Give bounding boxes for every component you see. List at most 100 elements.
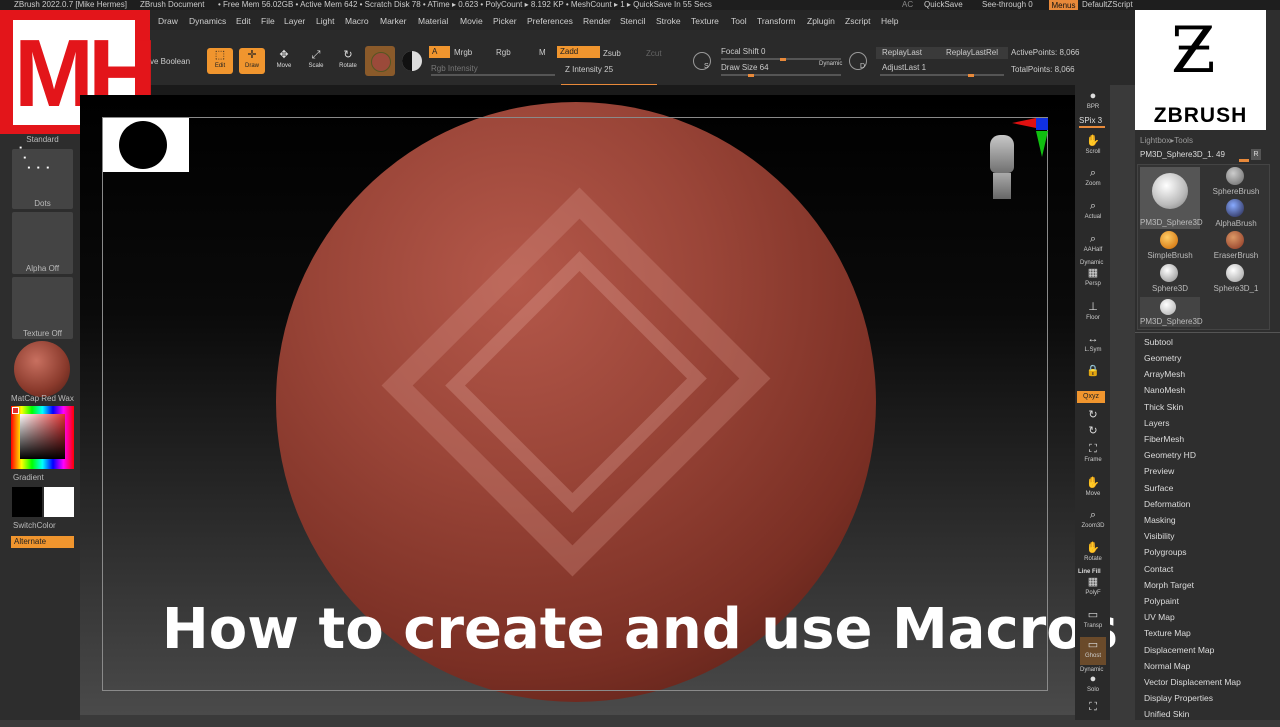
material-button[interactable] bbox=[12, 341, 73, 399]
subpalette-normal-map[interactable]: Normal Map bbox=[1144, 661, 1190, 671]
menu-material[interactable]: Material bbox=[418, 16, 448, 26]
reset-r-button[interactable]: R bbox=[1251, 149, 1261, 160]
zoom3d-button[interactable]: ⌕ Zoom3D bbox=[1080, 507, 1106, 535]
xpose-button[interactable]: ⛶ bbox=[1080, 699, 1106, 727]
bpr-button[interactable]: ● BPR bbox=[1080, 88, 1106, 116]
ghost-button[interactable]: ▭ Ghost bbox=[1080, 637, 1106, 665]
aahalf-button[interactable]: ⌕ AAHalf bbox=[1080, 231, 1106, 259]
subpalette-preview[interactable]: Preview bbox=[1144, 466, 1174, 476]
menu-marker[interactable]: Marker bbox=[380, 16, 406, 26]
subpalette-contact[interactable]: Contact bbox=[1144, 564, 1173, 574]
adjust-last-slider[interactable]: AdjustLast 1 bbox=[882, 63, 926, 72]
subpalette-layers[interactable]: Layers bbox=[1144, 418, 1170, 428]
subpalette-deformation[interactable]: Deformation bbox=[1144, 499, 1190, 509]
tool-thumb-simplebrush[interactable]: SimpleBrush bbox=[1140, 231, 1200, 263]
zoom-button[interactable]: ⌕ Zoom bbox=[1080, 165, 1106, 193]
subpalette-vector-displacement-map[interactable]: Vector Displacement Map bbox=[1144, 677, 1241, 687]
draw-size-slider[interactable]: Draw Size 64 bbox=[721, 63, 769, 72]
quicksave-button[interactable]: QuickSave bbox=[924, 0, 963, 10]
lightbox-tools-button[interactable]: Lightbox▸Tools bbox=[1140, 136, 1193, 145]
focal-shift-slider[interactable]: Focal Shift 0 bbox=[721, 47, 765, 56]
rotate-z-button[interactable]: ↻ bbox=[1080, 423, 1106, 437]
rotate-view-button[interactable]: ✋ Rotate bbox=[1080, 540, 1106, 568]
subpalette-polygroups[interactable]: Polygroups bbox=[1144, 547, 1187, 557]
subpalette-masking[interactable]: Masking bbox=[1144, 515, 1176, 525]
main-color-swatch[interactable] bbox=[12, 487, 42, 517]
transp-button[interactable]: ▭ Transp bbox=[1080, 607, 1106, 635]
draw-button[interactable]: ✛ Draw bbox=[239, 48, 265, 74]
subpalette-morph-target[interactable]: Morph Target bbox=[1144, 580, 1194, 590]
menu-picker[interactable]: Picker bbox=[493, 16, 517, 26]
current-tool-slider[interactable]: PM3D_Sphere3D_1. 49 bbox=[1140, 150, 1225, 159]
move-button[interactable]: ✥ Move bbox=[271, 48, 297, 74]
tool-thumb-alphabrush[interactable]: AlphaBrush bbox=[1206, 199, 1266, 231]
zadd-toggle[interactable]: Zadd bbox=[557, 46, 600, 58]
subpalette-thick-skin[interactable]: Thick Skin bbox=[1144, 402, 1183, 412]
lock-button[interactable]: 🔒 bbox=[1080, 363, 1106, 391]
menu-edit[interactable]: Edit bbox=[236, 16, 251, 26]
replay-last-rel-button[interactable]: ReplayLastRel bbox=[941, 47, 1008, 59]
polyf-button[interactable]: ▦ PolyF bbox=[1080, 574, 1106, 602]
lsym-button[interactable]: ↔ L.Sym bbox=[1080, 331, 1106, 359]
zsub-toggle[interactable]: Zsub bbox=[603, 49, 621, 58]
current-tool-knob[interactable] bbox=[1239, 159, 1249, 162]
z-intensity-slider[interactable]: Z Intensity 25 bbox=[565, 65, 613, 74]
m-toggle[interactable]: M bbox=[539, 48, 546, 57]
switch-color-button[interactable]: SwitchColor bbox=[13, 521, 74, 530]
mrgb-toggle[interactable]: Mrgb bbox=[454, 48, 472, 57]
draw-size-knob[interactable] bbox=[748, 74, 754, 77]
subpalette-polypaint[interactable]: Polypaint bbox=[1144, 596, 1179, 606]
subpalette-geometry[interactable]: Geometry bbox=[1144, 353, 1181, 363]
rgb-intensity-slider[interactable]: Rgb Intensity bbox=[431, 64, 478, 73]
menu-preferences[interactable]: Preferences bbox=[527, 16, 573, 26]
subpalette-display-properties[interactable]: Display Properties bbox=[1144, 693, 1213, 703]
menu-texture[interactable]: Texture bbox=[691, 16, 719, 26]
color-picker[interactable] bbox=[11, 406, 74, 469]
menu-draw[interactable]: Draw bbox=[158, 16, 178, 26]
focal-shift-knob[interactable] bbox=[780, 58, 786, 61]
color-picker-square[interactable] bbox=[20, 414, 65, 459]
subpalette-geometry-hd[interactable]: Geometry HD bbox=[1144, 450, 1196, 460]
subpalette-visibility[interactable]: Visibility bbox=[1144, 531, 1175, 541]
menu-tool[interactable]: Tool bbox=[731, 16, 747, 26]
menu-zplugin[interactable]: Zplugin bbox=[807, 16, 835, 26]
secondary-color-swatch[interactable] bbox=[44, 487, 74, 517]
scale-button[interactable]: ⤢ Scale bbox=[303, 48, 329, 74]
live-boolean-button[interactable]: ve Boolean bbox=[150, 57, 190, 66]
see-through-slider[interactable]: See-through 0 bbox=[982, 0, 1033, 10]
tool-thumb-pm3d-sphere[interactable]: PM3D_Sphere3D bbox=[1140, 167, 1203, 229]
scroll-button[interactable]: ✋ Scroll bbox=[1080, 133, 1106, 161]
actual-button[interactable]: ⌕ Actual bbox=[1080, 198, 1106, 226]
subpalette-texture-map[interactable]: Texture Map bbox=[1144, 628, 1191, 638]
frame-button[interactable]: ⛶ Frame bbox=[1080, 441, 1106, 469]
menu-zscript[interactable]: Zscript bbox=[845, 16, 871, 26]
subpalette-surface[interactable]: Surface bbox=[1144, 483, 1173, 493]
subpalette-subtool[interactable]: Subtool bbox=[1144, 337, 1173, 347]
subpalette-uv-map[interactable]: UV Map bbox=[1144, 612, 1175, 622]
xyz-toggle[interactable]: Qxyz bbox=[1077, 391, 1105, 403]
menu-light[interactable]: Light bbox=[316, 16, 334, 26]
replay-last-button[interactable]: ReplayLast bbox=[876, 47, 944, 59]
color-swatch-button[interactable] bbox=[402, 51, 422, 71]
persp-button[interactable]: ▦ Persp bbox=[1080, 265, 1106, 293]
default-zscript-button[interactable]: DefaultZScript bbox=[1082, 0, 1133, 10]
floor-button[interactable]: ⊥ Floor bbox=[1080, 299, 1106, 327]
edit-button[interactable]: ⬚ Edit bbox=[207, 48, 233, 74]
solo-button[interactable]: ● Solo bbox=[1080, 671, 1106, 699]
subpalette-nanomesh[interactable]: NanoMesh bbox=[1144, 385, 1185, 395]
alternate-toggle[interactable]: Alternate bbox=[11, 536, 74, 548]
dynamic-toggle[interactable]: Dynamic bbox=[819, 61, 842, 67]
menu-transform[interactable]: Transform bbox=[757, 16, 795, 26]
subpalette-displacement-map[interactable]: Displacement Map bbox=[1144, 645, 1214, 655]
a-toggle[interactable]: A bbox=[429, 46, 450, 58]
subpalette-fibermesh[interactable]: FiberMesh bbox=[1144, 434, 1184, 444]
menu-layer[interactable]: Layer bbox=[284, 16, 305, 26]
menu-render[interactable]: Render bbox=[583, 16, 611, 26]
move-view-button[interactable]: ✋ Move bbox=[1080, 475, 1106, 503]
rotate-button[interactable]: ↻ Rotate bbox=[335, 48, 361, 74]
spix-slider[interactable]: SPix 3 bbox=[1079, 116, 1102, 125]
tool-thumb-sphere3d[interactable]: Sphere3D bbox=[1140, 264, 1200, 296]
tool-thumb-eraserbrush[interactable]: EraserBrush bbox=[1206, 231, 1266, 263]
subpalette-arraymesh[interactable]: ArrayMesh bbox=[1144, 369, 1185, 379]
tool-thumb-spherebrush[interactable]: SphereBrush bbox=[1206, 167, 1266, 199]
